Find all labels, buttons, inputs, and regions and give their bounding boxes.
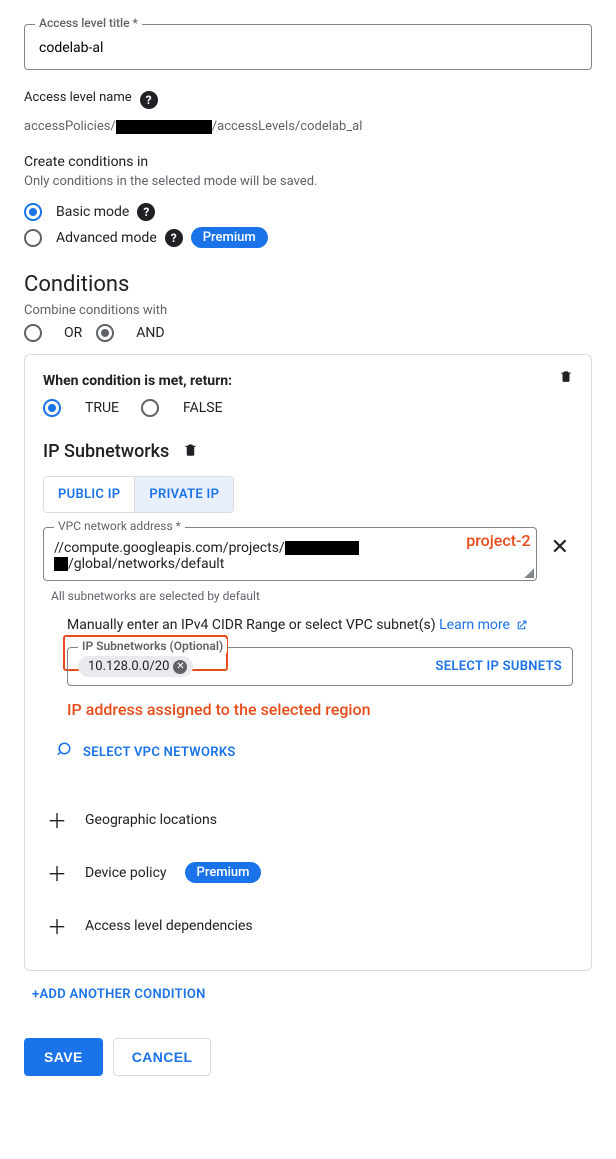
access-level-title-field[interactable]: Access level title * xyxy=(24,24,592,70)
create-conditions-label: Create conditions in xyxy=(24,154,148,170)
false-label: FALSE xyxy=(183,400,223,416)
delete-condition-button[interactable] xyxy=(559,369,573,383)
access-name-label: Access level name xyxy=(24,90,132,105)
add-geographic-locations[interactable]: ＋ Geographic locations xyxy=(43,793,573,846)
combine-label: Combine conditions with xyxy=(24,303,592,318)
true-label: TRUE xyxy=(85,400,119,416)
device-policy-label: Device policy xyxy=(85,865,167,881)
tab-public-ip[interactable]: PUBLIC IP xyxy=(44,477,135,512)
add-access-level-dependencies[interactable]: ＋ Access level dependencies xyxy=(43,899,573,952)
false-radio[interactable]: FALSE xyxy=(141,399,223,417)
radio-unselected-icon xyxy=(141,399,159,417)
help-icon[interactable]: ? xyxy=(140,91,158,109)
redacted-block xyxy=(116,120,212,134)
radio-unselected-icon xyxy=(24,229,42,247)
cancel-button[interactable]: CANCEL xyxy=(113,1038,212,1076)
chip-field-label: IP Subnetworks (Optional) xyxy=(78,639,227,653)
create-conditions-hint: Only conditions in the selected mode wil… xyxy=(24,174,592,189)
redacted-block xyxy=(285,541,359,555)
premium-pill: Premium xyxy=(185,862,262,883)
cidr-chip[interactable]: 10.128.0.0/20 ✕ xyxy=(78,656,193,677)
redacted-block xyxy=(54,557,68,571)
or-radio[interactable]: OR xyxy=(24,324,82,342)
basic-mode-label: Basic mode xyxy=(56,204,129,220)
advanced-mode-label: Advanced mode xyxy=(56,230,157,246)
vpc-line2: /global/networks/default xyxy=(68,556,224,572)
access-name-value: accessPolicies/ /accessLevels/ codelab_a… xyxy=(24,119,592,134)
deps-label: Access level dependencies xyxy=(85,918,253,934)
select-ip-subnets-button[interactable]: SELECT IP SUBNETS xyxy=(436,659,562,674)
access-level-title-input[interactable] xyxy=(37,39,579,57)
radio-selected-icon xyxy=(24,203,42,221)
resize-handle-icon[interactable] xyxy=(524,568,534,578)
select-vpc-networks-button[interactable]: SELECT VPC NETWORKS xyxy=(57,741,236,763)
or-label: OR xyxy=(64,325,82,341)
external-link-icon xyxy=(515,619,528,632)
condition-return-label: When condition is met, return: xyxy=(43,373,573,389)
manual-cidr-text: Manually enter an IPv4 CIDR Range or sel… xyxy=(67,617,573,633)
access-name-prefix: accessPolicies/ xyxy=(24,119,116,134)
conditions-heading: Conditions xyxy=(24,272,592,297)
radio-selected-icon xyxy=(43,399,61,417)
save-button[interactable]: SAVE xyxy=(24,1038,103,1076)
advanced-mode-radio-row[interactable]: Advanced mode ? Premium xyxy=(24,227,592,248)
search-icon xyxy=(57,741,75,763)
radio-selected-grey-icon xyxy=(96,324,114,342)
ip-subnetworks-heading: IP Subnetworks xyxy=(43,441,169,462)
access-name-mid: /accessLevels/ xyxy=(212,119,301,134)
learn-more-link[interactable]: Learn more xyxy=(439,617,528,633)
help-icon[interactable]: ? xyxy=(137,203,155,221)
remove-vpc-button[interactable]: ✕ xyxy=(547,531,573,564)
ip-tabs: PUBLIC IP PRIVATE IP xyxy=(43,476,234,513)
and-label: AND xyxy=(136,325,164,341)
and-radio[interactable]: AND xyxy=(96,324,164,342)
geo-label: Geographic locations xyxy=(85,812,217,828)
subnet-default-hint: All subnetworks are selected by default xyxy=(51,589,573,603)
premium-pill: Premium xyxy=(191,227,268,248)
plus-icon: ＋ xyxy=(47,911,67,940)
chip-remove-icon[interactable]: ✕ xyxy=(173,660,187,674)
delete-ipsubnetworks-button[interactable] xyxy=(183,442,198,461)
plus-icon: ＋ xyxy=(47,805,67,834)
cidr-chip-label: 10.128.0.0/20 xyxy=(88,659,169,674)
condition-card: When condition is met, return: TRUE FALS… xyxy=(24,354,592,971)
tab-private-ip[interactable]: PRIVATE IP xyxy=(135,477,233,512)
annotation-project: project-2 xyxy=(466,531,530,550)
plus-icon: ＋ xyxy=(47,858,67,887)
add-another-condition-button[interactable]: +ADD ANOTHER CONDITION xyxy=(24,971,592,1018)
basic-mode-radio-row[interactable]: Basic mode ? xyxy=(24,203,592,221)
radio-unselected-icon xyxy=(24,324,42,342)
vpc-label: VPC network address * xyxy=(54,519,185,533)
ip-subnetworks-chip-field[interactable]: IP Subnetworks (Optional) 10.128.0.0/20 … xyxy=(67,647,573,686)
true-radio[interactable]: TRUE xyxy=(43,399,119,417)
vpc-network-address-field[interactable]: VPC network address * //compute.googleap… xyxy=(43,527,537,581)
trash-icon xyxy=(559,369,573,383)
title-label: Access level title * xyxy=(35,16,142,30)
help-icon[interactable]: ? xyxy=(165,229,183,247)
add-device-policy[interactable]: ＋ Device policy Premium xyxy=(43,846,573,899)
annotation-ip: IP address assigned to the selected regi… xyxy=(67,700,573,719)
trash-icon xyxy=(183,442,198,457)
vpc-line1: //compute.googleapis.com/projects/ xyxy=(54,540,285,556)
access-name-suffix: codelab_al xyxy=(300,119,362,134)
